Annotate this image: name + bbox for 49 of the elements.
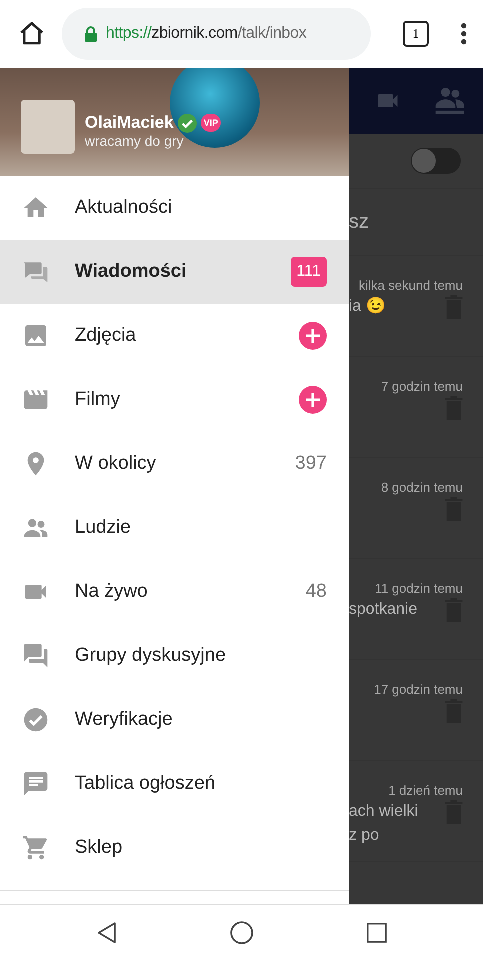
message-time: 1 dzień temu	[388, 783, 463, 798]
message-time: 8 godzin temu	[381, 480, 463, 495]
menu-item[interactable]: Zdjęcia	[0, 304, 349, 368]
menu-item[interactable]: W okolicy 397	[0, 432, 349, 496]
menu-item[interactable]: Na żywo 48	[0, 560, 349, 624]
menu-item[interactable]: Sklep	[0, 816, 349, 880]
cart-icon	[22, 834, 50, 862]
menu-item[interactable]: Wiadomości 111	[0, 240, 349, 304]
back-icon[interactable]	[96, 922, 116, 944]
menu-icon[interactable]	[461, 23, 467, 45]
message-time: 11 godzin temu	[375, 581, 463, 596]
lock-icon	[84, 26, 98, 42]
message-time: 17 godzin temu	[374, 682, 463, 697]
profile-status: wracamy do gry	[85, 133, 185, 149]
message-text: ia 😉	[349, 296, 386, 317]
message-row[interactable]: 1 dzień temu ach wielki z po	[349, 761, 483, 862]
message-time: kilka sekund temu	[358, 278, 463, 293]
count-badge: 111	[290, 257, 327, 287]
message-icon	[22, 770, 50, 798]
tab-count-button[interactable]: 1	[403, 21, 429, 47]
toggle-switch[interactable]	[411, 148, 461, 174]
count-label: 48	[306, 581, 327, 603]
menu-item[interactable]: Tablica ogłoszeń	[0, 752, 349, 816]
menu-item[interactable]: Grupy dyskusyjne	[0, 624, 349, 688]
heading-text: sz	[349, 210, 369, 234]
menu-item[interactable]: Filmy	[0, 368, 349, 432]
message-text: ach wielki	[349, 802, 418, 822]
menu-item[interactable]: Weryfikacje	[0, 688, 349, 752]
message-row[interactable]: 7 godzin temu	[349, 357, 483, 458]
url-text: https://zbiornik.com/talk/inbox	[106, 25, 307, 43]
address-bar[interactable]: https://zbiornik.com/talk/inbox	[62, 8, 371, 60]
home-icon[interactable]	[230, 920, 254, 944]
menu-item[interactable]: Aktualności	[0, 176, 349, 240]
check-icon	[22, 706, 50, 734]
plus-icon[interactable]	[299, 386, 327, 414]
plus-icon[interactable]	[299, 322, 327, 350]
message-row[interactable]: kilka sekund temu ia 😉	[349, 256, 483, 357]
profile-name[interactable]: OlaiMaciek	[85, 113, 174, 133]
message-time: 7 godzin temu	[381, 379, 463, 394]
message-text: spotkanie	[349, 600, 418, 620]
forum-icon	[22, 642, 50, 670]
count-label: 397	[295, 453, 327, 475]
recents-icon[interactable]	[366, 922, 386, 942]
message-text: z po	[349, 826, 380, 846]
avatar-placeholder[interactable]	[21, 100, 75, 154]
message-row[interactable]: 11 godzin temu spotkanie	[349, 559, 483, 660]
message-row[interactable]: 8 godzin temu	[349, 458, 483, 559]
menu-item[interactable]: Ludzie	[0, 496, 349, 560]
message-row[interactable]: 17 godzin temu	[349, 660, 483, 761]
